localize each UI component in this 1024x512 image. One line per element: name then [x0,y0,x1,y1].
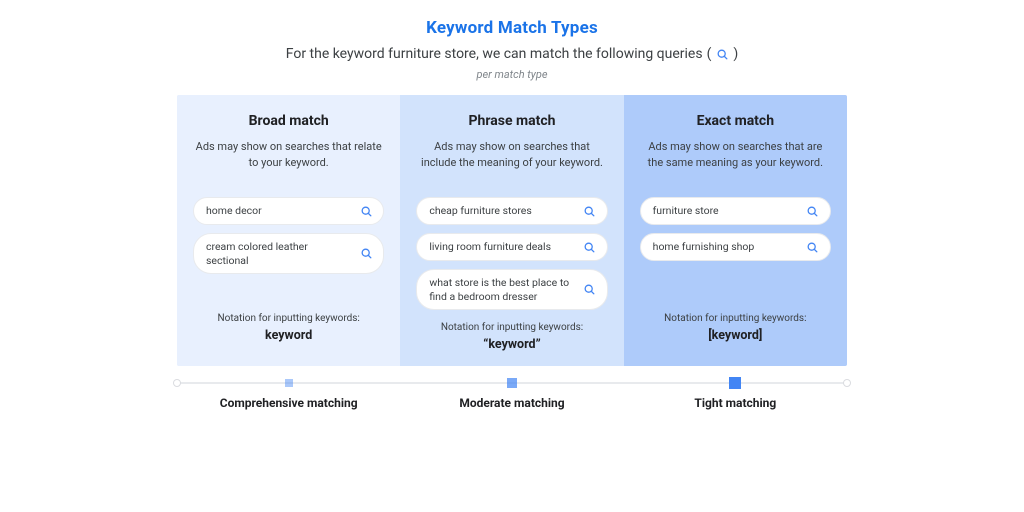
query-text: cheap furniture stores [429,204,574,218]
page-title: Keyword Match Types [426,18,598,38]
scale-tick-tight [729,377,741,389]
phrase-query-list: cheap furniture stores living room furni… [416,197,607,310]
search-icon [806,204,820,218]
broad-heading: Broad match [249,113,329,129]
query-pill: home decor [193,197,384,225]
query-text: cream colored leather sectional [206,240,351,267]
scale-tick-moderate [507,378,517,388]
search-icon [806,240,820,254]
exact-heading: Exact match [697,113,775,129]
match-type-grid: Broad match Ads may show on searches tha… [177,95,847,366]
exact-query-list: furniture store home furnishing shop [640,197,831,301]
exact-notation-label: Notation for inputting keywords: [664,313,806,324]
query-text: what store is the best place to find a b… [429,276,574,303]
phrase-description: Ads may show on searches that include th… [416,139,607,187]
broad-notation-label: Notation for inputting keywords: [217,313,359,324]
query-pill: cream colored leather sectional [193,233,384,274]
per-match-type: per match type [477,68,548,81]
scale-label-tight: Tight matching [624,396,847,410]
query-pill: furniture store [640,197,831,225]
search-icon [359,247,373,261]
exact-description: Ads may show on searches that are the sa… [640,139,831,187]
query-pill: cheap furniture stores [416,197,607,225]
scale-tick-comprehensive [285,379,293,387]
broad-notation: keyword [265,328,312,343]
query-pill: living room furniture deals [416,233,607,261]
page-root: Keyword Match Types For the keyword furn… [0,0,1024,512]
page-subtitle: For the keyword furniture store, we can … [286,46,739,62]
phrase-notation: “keyword” [483,337,540,352]
search-icon [583,283,597,297]
paren-open: ( [707,46,712,62]
matching-scale: Comprehensive matching Moderate matching… [177,382,847,410]
phrase-notation-label: Notation for inputting keywords: [441,322,583,333]
column-broad-match: Broad match Ads may show on searches tha… [177,95,400,366]
query-text: home furnishing shop [653,240,798,254]
column-phrase-match: Phrase match Ads may show on searches th… [400,95,623,366]
query-text: home decor [206,204,351,218]
scale-labels: Comprehensive matching Moderate matching… [177,396,847,410]
scale-line [177,382,847,384]
scale-label-moderate: Moderate matching [400,396,623,410]
paren-close: ) [733,46,738,62]
phrase-heading: Phrase match [469,113,556,129]
query-pill: home furnishing shop [640,233,831,261]
scale-label-comprehensive: Comprehensive matching [177,396,400,410]
search-icon [583,240,597,254]
query-pill: what store is the best place to find a b… [416,269,607,310]
exact-notation: [keyword] [708,328,762,343]
query-text: living room furniture deals [429,240,574,254]
broad-query-list: home decor cream colored leather section… [193,197,384,301]
query-text: furniture store [653,204,798,218]
broad-description: Ads may show on searches that relate to … [193,139,384,187]
subtitle-text: For the keyword furniture store, we can … [286,46,703,62]
column-exact-match: Exact match Ads may show on searches tha… [624,95,847,366]
search-icon [715,47,729,61]
search-icon [359,204,373,218]
search-icon [583,204,597,218]
